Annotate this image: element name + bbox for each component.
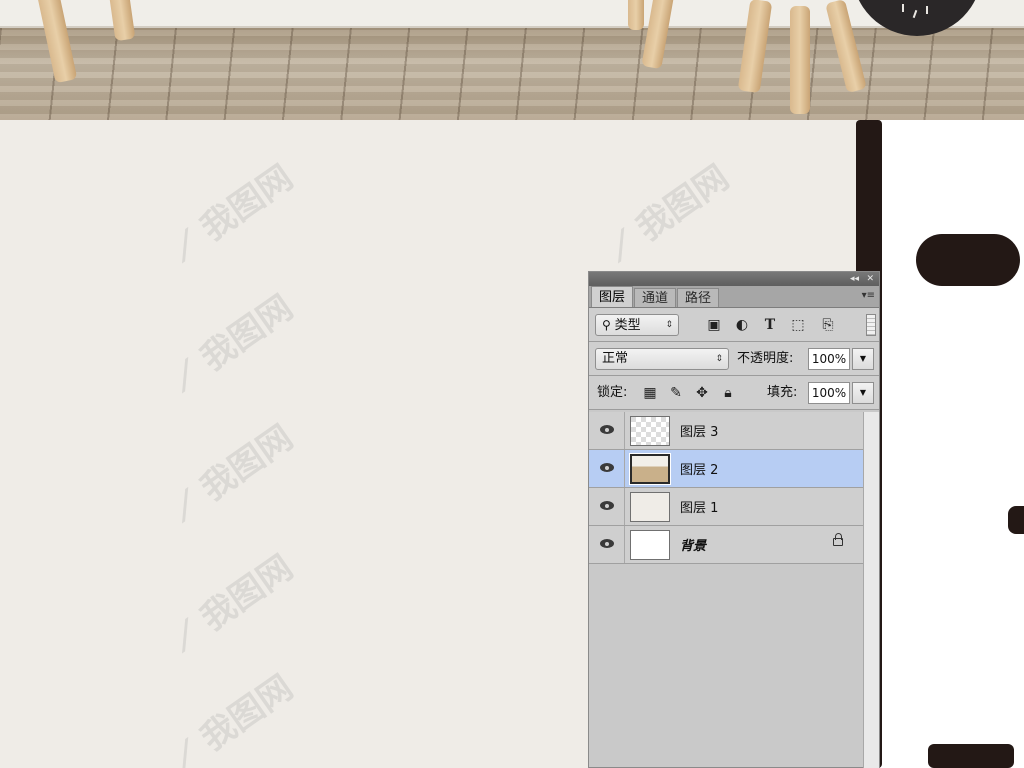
type-filter-icon[interactable]: T (761, 316, 779, 334)
tab-paths[interactable]: 路径 (677, 288, 720, 307)
lock-paint-icon[interactable]: ✎ (667, 384, 685, 402)
stepper-icon: ⇕ (665, 320, 673, 330)
layer-name: 图层 2 (680, 463, 719, 478)
layer-row-2[interactable]: 图层 2 (589, 450, 863, 488)
layers-panel: ◂◂ ✕ 图层 通道 路径 ▾≡ ⚲ 类型 ⇕ ▣ ◐ T ⬚ ⎘ 正常 ⇕ 不… (588, 271, 880, 768)
tab-channels[interactable]: 通道 (634, 288, 677, 307)
white-panel (880, 120, 1024, 768)
oval-brush-stroke (916, 234, 1020, 286)
visibility-toggle[interactable] (589, 526, 625, 563)
layer-thumbnail (630, 530, 670, 560)
panel-tabs: 图层 通道 路径 ▾≡ (589, 286, 879, 308)
visibility-toggle[interactable] (589, 450, 625, 487)
opacity-field[interactable]: 100% (808, 348, 850, 370)
layer-list-scrollbar[interactable] (863, 412, 879, 768)
search-icon: ⚲ (602, 318, 615, 332)
wood-floor (0, 28, 1024, 120)
eye-icon (600, 539, 614, 548)
visibility-toggle[interactable] (589, 488, 625, 525)
fill-label: 填充: (767, 385, 798, 400)
layer-row-background[interactable]: 背景 (589, 526, 863, 564)
filter-toggle[interactable] (866, 314, 876, 336)
lock-row: 锁定: ▦ ✎ ✥ 🔒︎ 填充: 100% ▼ (589, 376, 879, 410)
layer-thumbnail (629, 453, 671, 485)
watermark-logo: ⟋ 我图网 (164, 157, 301, 270)
image-filter-icon[interactable]: ▣ (705, 316, 723, 334)
layer-thumbnail (630, 492, 670, 522)
chair-leg (628, 0, 644, 30)
filter-row: ⚲ 类型 ⇕ ▣ ◐ T ⬚ ⎘ (589, 308, 879, 342)
filter-kind-label: 类型 (614, 318, 641, 333)
lock-position-icon[interactable]: ✥ (693, 384, 711, 402)
bottom-brush-stroke (928, 744, 1014, 768)
eye-icon (600, 425, 614, 434)
tab-layers[interactable]: 图层 (591, 286, 634, 307)
room-photo (0, 0, 1024, 120)
opacity-label: 不透明度: (737, 351, 794, 366)
adjustment-filter-icon[interactable]: ◐ (733, 316, 751, 334)
panel-menu-icon[interactable]: ▾≡ (862, 290, 875, 301)
eye-icon (600, 501, 614, 510)
layer-name: 图层 3 (680, 425, 719, 440)
lock-transparency-icon[interactable]: ▦ (641, 384, 659, 402)
layer-list: 图层 3 图层 2 图层 1 背景 (589, 412, 863, 564)
shape-filter-icon[interactable]: ⬚ (789, 316, 807, 334)
smart-object-filter-icon[interactable]: ⎘ (819, 316, 837, 334)
fill-field[interactable]: 100% (808, 382, 850, 404)
watermark-logo: ⟋ 我图网 (164, 287, 301, 400)
stepper-icon: ⇕ (715, 354, 723, 364)
layer-name: 图层 1 (680, 501, 719, 516)
filter-kind-select[interactable]: ⚲ 类型 ⇕ (595, 314, 679, 336)
watermark-logo: ⟋ 我图网 (164, 547, 301, 660)
lock-all-icon[interactable]: 🔒︎ (719, 384, 737, 402)
opacity-dropdown[interactable]: ▼ (852, 348, 874, 370)
watermark-logo: ⟋ 我图网 (600, 157, 737, 270)
blend-row: 正常 ⇕ 不透明度: 100% ▼ (589, 342, 879, 376)
watermark-logo: ⟋ 我图网 (164, 667, 301, 768)
layer-row-1[interactable]: 图层 1 (589, 488, 863, 526)
blend-mode-select[interactable]: 正常 ⇕ (595, 348, 729, 370)
lock-icon (833, 533, 843, 546)
layer-name: 背景 (680, 539, 707, 554)
visibility-toggle[interactable] (589, 412, 625, 449)
layer-row-3[interactable]: 图层 3 (589, 412, 863, 450)
brush-stroke-edge (1008, 506, 1024, 534)
lock-label: 锁定: (597, 385, 628, 400)
panel-titlebar[interactable]: ◂◂ ✕ (589, 272, 879, 286)
close-icon[interactable]: ✕ (866, 272, 874, 286)
layer-thumbnail (630, 416, 670, 446)
fill-dropdown[interactable]: ▼ (852, 382, 874, 404)
eye-icon (600, 463, 614, 472)
blend-mode-label: 正常 (602, 351, 629, 366)
watermark-logo: ⟋ 我图网 (164, 417, 301, 530)
collapse-icon[interactable]: ◂◂ (850, 272, 859, 286)
chair-leg (790, 6, 810, 114)
